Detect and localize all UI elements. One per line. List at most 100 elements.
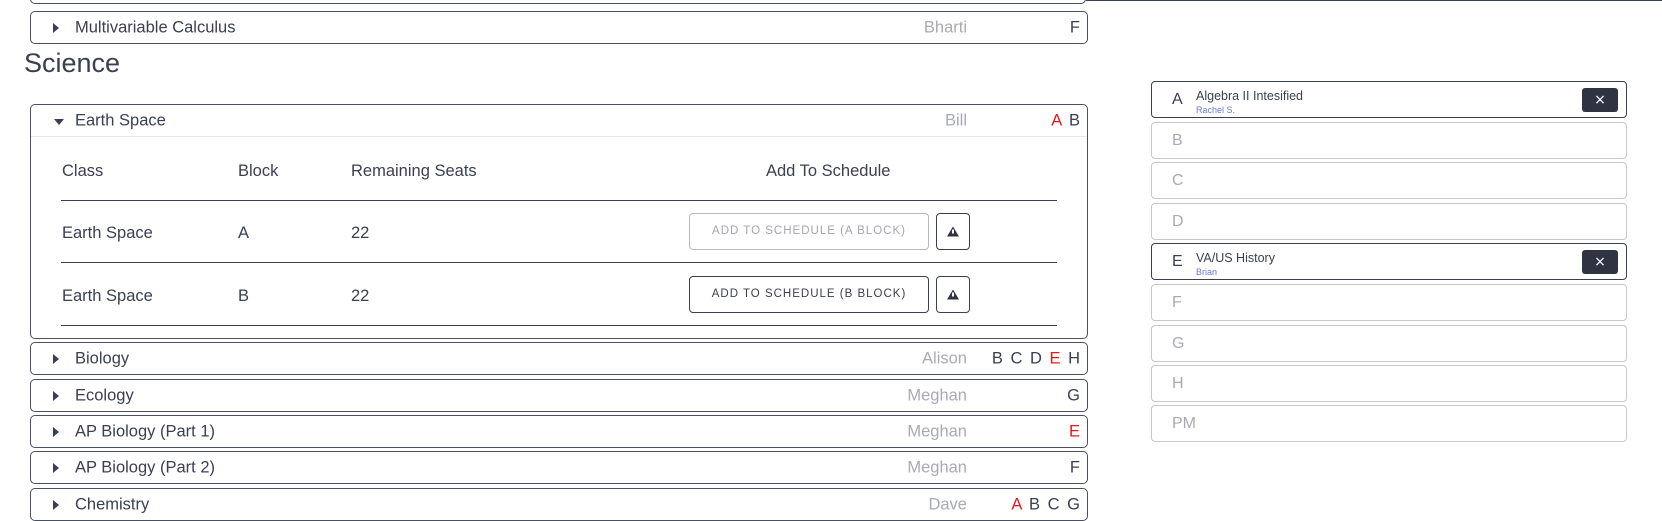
cell-block: B [238,287,250,305]
slot-class-name: Algebra II Intesified [1196,89,1304,103]
report-issue-button[interactable] [936,276,970,313]
course-blocks: E [1066,422,1080,441]
course-row-biology[interactable]: Biology Alison B C D E H [30,342,1088,375]
schedule-slot-c: C [1151,162,1627,199]
slot-letter: PM [1172,414,1196,432]
remove-class-button[interactable]: × [1582,87,1618,112]
block-letter: D [1029,349,1042,367]
remove-class-button[interactable]: × [1582,249,1618,274]
section-title-science: Science [24,48,121,78]
block-letter: B [991,349,1003,367]
course-teacher: Bharti [923,18,967,36]
block-letter: F [1069,18,1080,36]
course-blocks: A B [1048,111,1080,130]
slot-letter: C [1172,171,1184,189]
slot-teacher-name: Rachel S. [1196,105,1236,115]
course-header[interactable]: AP Biology (Part 2) Meghan F [31,452,1087,483]
course-header[interactable]: AP Biology (Part 1) Meghan E [31,416,1087,447]
slot-letter: D [1172,212,1184,230]
caret-right-icon [53,390,59,401]
course-header[interactable]: Multivariable Calculus Bharti F [31,12,1087,43]
course-header[interactable]: Earth Space Bill A B [31,105,1087,136]
slot-letter: G [1172,334,1185,352]
course-blocks: F [1067,458,1080,477]
warning-icon [947,289,959,299]
course-blocks: B C D E H [989,349,1080,368]
schedule-slot-h: H [1151,365,1627,402]
cell-block: A [238,224,250,242]
block-letter-conflict: E [1068,422,1080,440]
caret-right-icon [53,426,59,437]
course-row-ecology[interactable]: Ecology Meghan G [30,379,1088,412]
slot-teacher-name: Brian [1196,267,1218,277]
schedule-slot-f: F [1151,284,1627,321]
caret-down-icon [54,118,64,125]
divider [61,262,1057,263]
block-letter: G [1067,495,1080,513]
schedule-slot-b: B [1151,122,1627,159]
course-row-ap-biology-part-2[interactable]: AP Biology (Part 2) Meghan F [30,451,1088,484]
schedule-slot-a: A Algebra II Intesified Rachel S. × [1151,81,1627,118]
course-name: AP Biology (Part 2) [75,458,216,476]
col-header-remaining-seats: Remaining Seats [351,162,477,180]
block-letter: G [1067,386,1080,404]
col-header-class: Class [62,162,104,180]
course-blocks: A B C G [1008,495,1080,514]
course-teacher: Dave [928,495,967,513]
block-letter-conflict: E [1049,349,1061,367]
cell-class: Earth Space [62,287,153,305]
course-blocks: F [1067,18,1080,37]
caret-right-icon [53,462,59,473]
block-letter: C [1010,349,1023,367]
caret-right-icon [53,353,59,364]
course-teacher: Alison [922,349,967,367]
course-name: Ecology [75,386,134,404]
slot-class-name: VA/US History [1196,251,1275,265]
cell-seats: 22 [351,224,370,242]
course-row-earth-space-expanded[interactable]: Earth Space Bill A B Class Block Remaini… [30,104,1088,339]
cell-seats: 22 [351,287,370,305]
block-letter: B [1029,495,1041,513]
add-to-schedule-b-button[interactable]: ADD TO SCHEDULE (B BLOCK) [689,276,929,313]
block-letter: F [1069,458,1080,476]
slot-letter: B [1172,131,1183,149]
course-teacher: Meghan [907,422,967,440]
block-letter: H [1068,349,1080,367]
course-name: Chemistry [75,495,150,513]
schedule-slot-pm: PM [1151,405,1627,442]
warning-icon [947,226,959,236]
course-name: Biology [75,349,130,367]
slot-letter: E [1172,252,1183,270]
course-row-partial-above [30,0,1086,4]
course-teacher: Meghan [907,386,967,404]
course-teacher: Bill [944,111,967,129]
slot-letter: H [1172,374,1184,392]
course-sections-table: Class Block Remaining Seats Add To Sched… [31,136,1087,338]
course-teacher: Meghan [907,458,967,476]
add-to-schedule-a-button[interactable]: ADD TO SCHEDULE (A BLOCK) [689,213,929,250]
course-row-chemistry[interactable]: Chemistry Dave A B C G [30,488,1088,521]
course-header[interactable]: Ecology Meghan G [31,380,1087,411]
schedule-slot-g: G [1151,325,1627,362]
caret-right-icon [53,499,59,510]
schedule-slot-d: D [1151,203,1627,240]
block-letter: C [1047,495,1060,513]
schedule-slot-e: E VA/US History Brian × [1151,243,1627,280]
course-row-multivariable-calculus[interactable]: Multivariable Calculus Bharti F [30,11,1088,44]
col-header-add-to-schedule: Add To Schedule [766,162,891,180]
course-header[interactable]: Chemistry Dave A B C G [31,489,1087,520]
slot-letter: A [1172,90,1183,108]
course-row-ap-biology-part-1[interactable]: AP Biology (Part 1) Meghan E [30,415,1088,448]
divider [61,200,1057,201]
course-header[interactable]: Biology Alison B C D E H [31,343,1087,374]
block-letter-conflict: A [1051,111,1062,129]
course-blocks: G [1064,386,1080,405]
slot-letter: F [1172,293,1182,311]
block-letter-conflict: A [1011,495,1022,513]
course-name: Earth Space [75,111,166,129]
top-border-line [1086,0,1662,1]
cell-class: Earth Space [62,224,153,242]
report-issue-button[interactable] [936,213,970,250]
col-header-block: Block [238,162,279,180]
course-name: AP Biology (Part 1) [75,422,216,440]
